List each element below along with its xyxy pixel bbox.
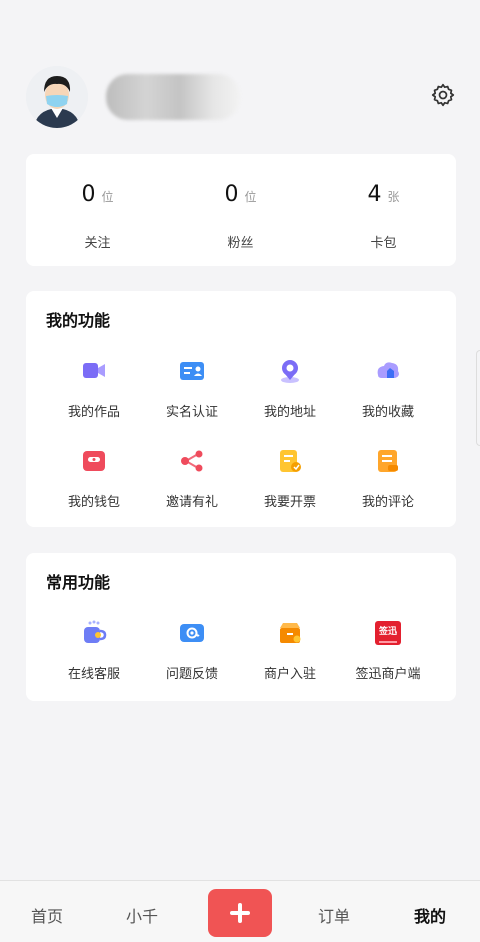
share-icon bbox=[181, 450, 203, 472]
customer-service-icon bbox=[84, 620, 107, 643]
grid-item-label: 我的评论 bbox=[361, 495, 414, 510]
id-card-icon bbox=[180, 362, 204, 380]
section-title: 我的功能 bbox=[46, 311, 111, 330]
stat-number: 4 bbox=[367, 182, 382, 207]
wallet-icon bbox=[83, 451, 105, 471]
grid-item-label: 我的收藏 bbox=[361, 405, 414, 420]
section-title: 常用功能 bbox=[46, 573, 111, 592]
stat-label: 卡包 bbox=[370, 236, 397, 251]
grid-item-label: 问题反馈 bbox=[165, 667, 218, 682]
grid-item-label: 我的作品 bbox=[67, 405, 120, 420]
grid-item-label: 在线客服 bbox=[67, 667, 120, 682]
merchant-icon bbox=[280, 623, 301, 643]
stat-fans[interactable]: 0位 粉丝 bbox=[169, 154, 312, 266]
common-functions-card: 常用功能 在线客服 问题反馈 商户入驻 签迅 签迅商户端 bbox=[26, 553, 456, 701]
qianxun-logo-text: 签迅 bbox=[378, 627, 397, 637]
my-favorites-button[interactable]: 我的收藏 bbox=[338, 357, 438, 437]
my-wallet-button[interactable]: 我的钱包 bbox=[44, 447, 144, 527]
stat-cards[interactable]: 4张 卡包 bbox=[312, 154, 455, 266]
location-icon bbox=[281, 360, 299, 383]
profile-header bbox=[26, 66, 456, 128]
favorites-icon bbox=[377, 362, 399, 378]
merchant-join-button[interactable]: 商户入驻 bbox=[240, 619, 340, 699]
side-scroll-handle[interactable] bbox=[476, 350, 480, 446]
tab-home[interactable]: 首页 bbox=[31, 903, 63, 927]
stat-number: 0 bbox=[81, 182, 96, 207]
my-comments-button[interactable]: 我的评论 bbox=[338, 447, 438, 527]
invoice-button[interactable]: 我要开票 bbox=[240, 447, 340, 527]
qianxun-merchant-app-button[interactable]: 签迅 签迅商户端 bbox=[338, 619, 438, 699]
grid-item-label: 签迅商户端 bbox=[355, 667, 421, 682]
gear-icon[interactable] bbox=[430, 82, 456, 108]
my-address-button[interactable]: 我的地址 bbox=[240, 357, 340, 437]
feedback-icon bbox=[180, 624, 204, 642]
feedback-button[interactable]: 问题反馈 bbox=[142, 619, 242, 699]
tab-orders[interactable]: 订单 bbox=[318, 903, 350, 927]
grid-item-label: 实名认证 bbox=[165, 405, 218, 420]
grid-item-label: 商户入驻 bbox=[263, 667, 316, 682]
my-functions-card: 我的功能 我的作品 实名认证 我的地址 我的收藏 我的钱包 邀请有礼 我要开票 … bbox=[26, 291, 456, 527]
stat-label: 粉丝 bbox=[227, 236, 254, 251]
real-name-auth-button[interactable]: 实名认证 bbox=[142, 357, 242, 437]
grid-item-label: 我要开票 bbox=[263, 495, 316, 510]
comment-icon bbox=[378, 450, 398, 472]
username-blurred bbox=[106, 74, 240, 120]
grid-item-label: 我的地址 bbox=[263, 405, 316, 420]
add-button[interactable] bbox=[208, 889, 272, 937]
grid-item-label: 邀请有礼 bbox=[165, 495, 218, 510]
avatar[interactable] bbox=[26, 66, 88, 128]
invite-gift-button[interactable]: 邀请有礼 bbox=[142, 447, 242, 527]
stat-following[interactable]: 0位 关注 bbox=[26, 154, 169, 266]
stat-unit: 张 bbox=[387, 190, 400, 204]
stat-unit: 位 bbox=[101, 190, 114, 204]
video-icon bbox=[83, 363, 105, 378]
online-service-button[interactable]: 在线客服 bbox=[44, 619, 144, 699]
my-works-button[interactable]: 我的作品 bbox=[44, 357, 144, 437]
tab-mine[interactable]: 我的 bbox=[414, 903, 446, 927]
grid-item-label: 我的钱包 bbox=[67, 495, 120, 510]
stat-number: 0 bbox=[224, 182, 239, 207]
tab-xiaoqian[interactable]: 小千 bbox=[126, 903, 158, 927]
stat-unit: 位 bbox=[244, 190, 257, 204]
invoice-icon bbox=[280, 450, 301, 472]
bottom-tab-bar: 首页 小千 订单 我的 bbox=[0, 880, 480, 942]
stat-label: 关注 bbox=[84, 236, 111, 251]
stats-card: 0位 关注 0位 粉丝 4张 卡包 bbox=[26, 154, 456, 266]
